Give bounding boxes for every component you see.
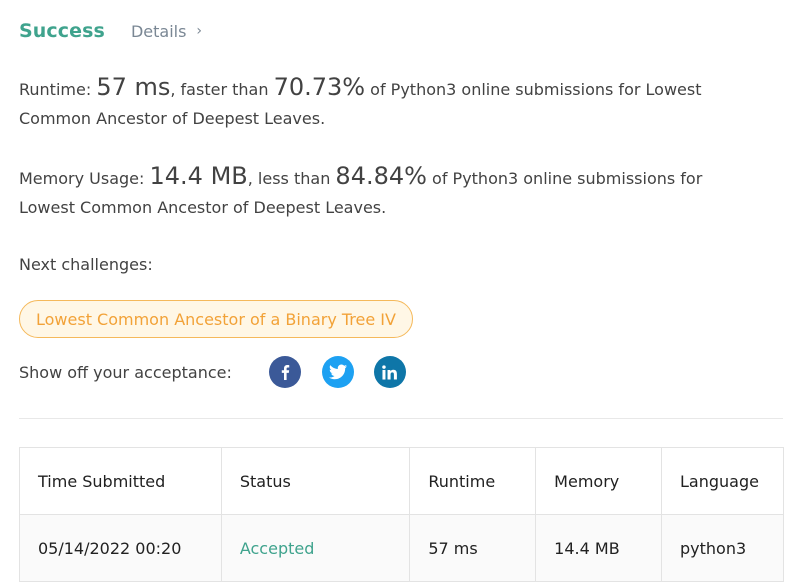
result-status-title: Success	[19, 20, 105, 42]
next-challenges-label: Next challenges:	[19, 255, 153, 274]
result-header: Success Details ›	[19, 16, 202, 46]
twitter-icon[interactable]	[321, 356, 354, 388]
column-header-language: Language	[661, 447, 784, 515]
chevron-right-icon: ›	[196, 23, 203, 39]
linkedin-icon[interactable]	[373, 356, 406, 388]
cell-language: python3	[661, 514, 784, 582]
section-divider	[19, 418, 783, 419]
facebook-glyph	[281, 365, 290, 380]
column-header-memory: Memory	[535, 447, 663, 515]
memory-mid-text: , less than	[247, 169, 331, 188]
share-label: Show off your acceptance:	[19, 362, 232, 382]
cell-memory: 14.4 MB	[535, 514, 663, 582]
cell-runtime: 57 ms	[409, 514, 537, 582]
table-header-row: Time Submitted Status Runtime Memory Lan…	[19, 447, 784, 515]
cell-time-submitted: 05/14/2022 00:20	[19, 514, 222, 582]
runtime-value: 57 ms	[96, 73, 171, 101]
linkedin-glyph	[382, 364, 398, 380]
memory-stat: Memory Usage: 14.4 MB, less than 84.84% …	[19, 162, 759, 222]
twitter-glyph	[328, 364, 347, 380]
share-row: Show off your acceptance:	[19, 356, 406, 388]
memory-value: 14.4 MB	[149, 162, 248, 190]
details-link-label: Details	[130, 21, 187, 41]
column-header-time-submitted: Time Submitted	[19, 447, 222, 515]
submissions-table: Time Submitted Status Runtime Memory Lan…	[19, 447, 784, 582]
facebook-icon[interactable]	[268, 356, 301, 388]
memory-percent: 84.84%	[335, 162, 427, 190]
table-row: 05/14/2022 00:20 Accepted 57 ms 14.4 MB …	[19, 514, 784, 582]
memory-label: Memory Usage:	[19, 169, 145, 188]
next-challenge-link[interactable]: Lowest Common Ancestor of a Binary Tree …	[19, 300, 413, 338]
column-header-status: Status	[220, 447, 411, 515]
cell-status: Accepted	[220, 514, 411, 582]
runtime-percent: 70.73%	[273, 73, 366, 101]
runtime-mid-text: , faster than	[170, 80, 269, 99]
runtime-label: Runtime:	[19, 80, 92, 99]
details-link[interactable]: Details ›	[131, 22, 202, 41]
runtime-stat: Runtime: 57 ms, faster than 70.73% of Py…	[19, 73, 759, 133]
accepted-status-link[interactable]: Accepted	[240, 539, 315, 558]
column-header-runtime: Runtime	[409, 447, 537, 515]
